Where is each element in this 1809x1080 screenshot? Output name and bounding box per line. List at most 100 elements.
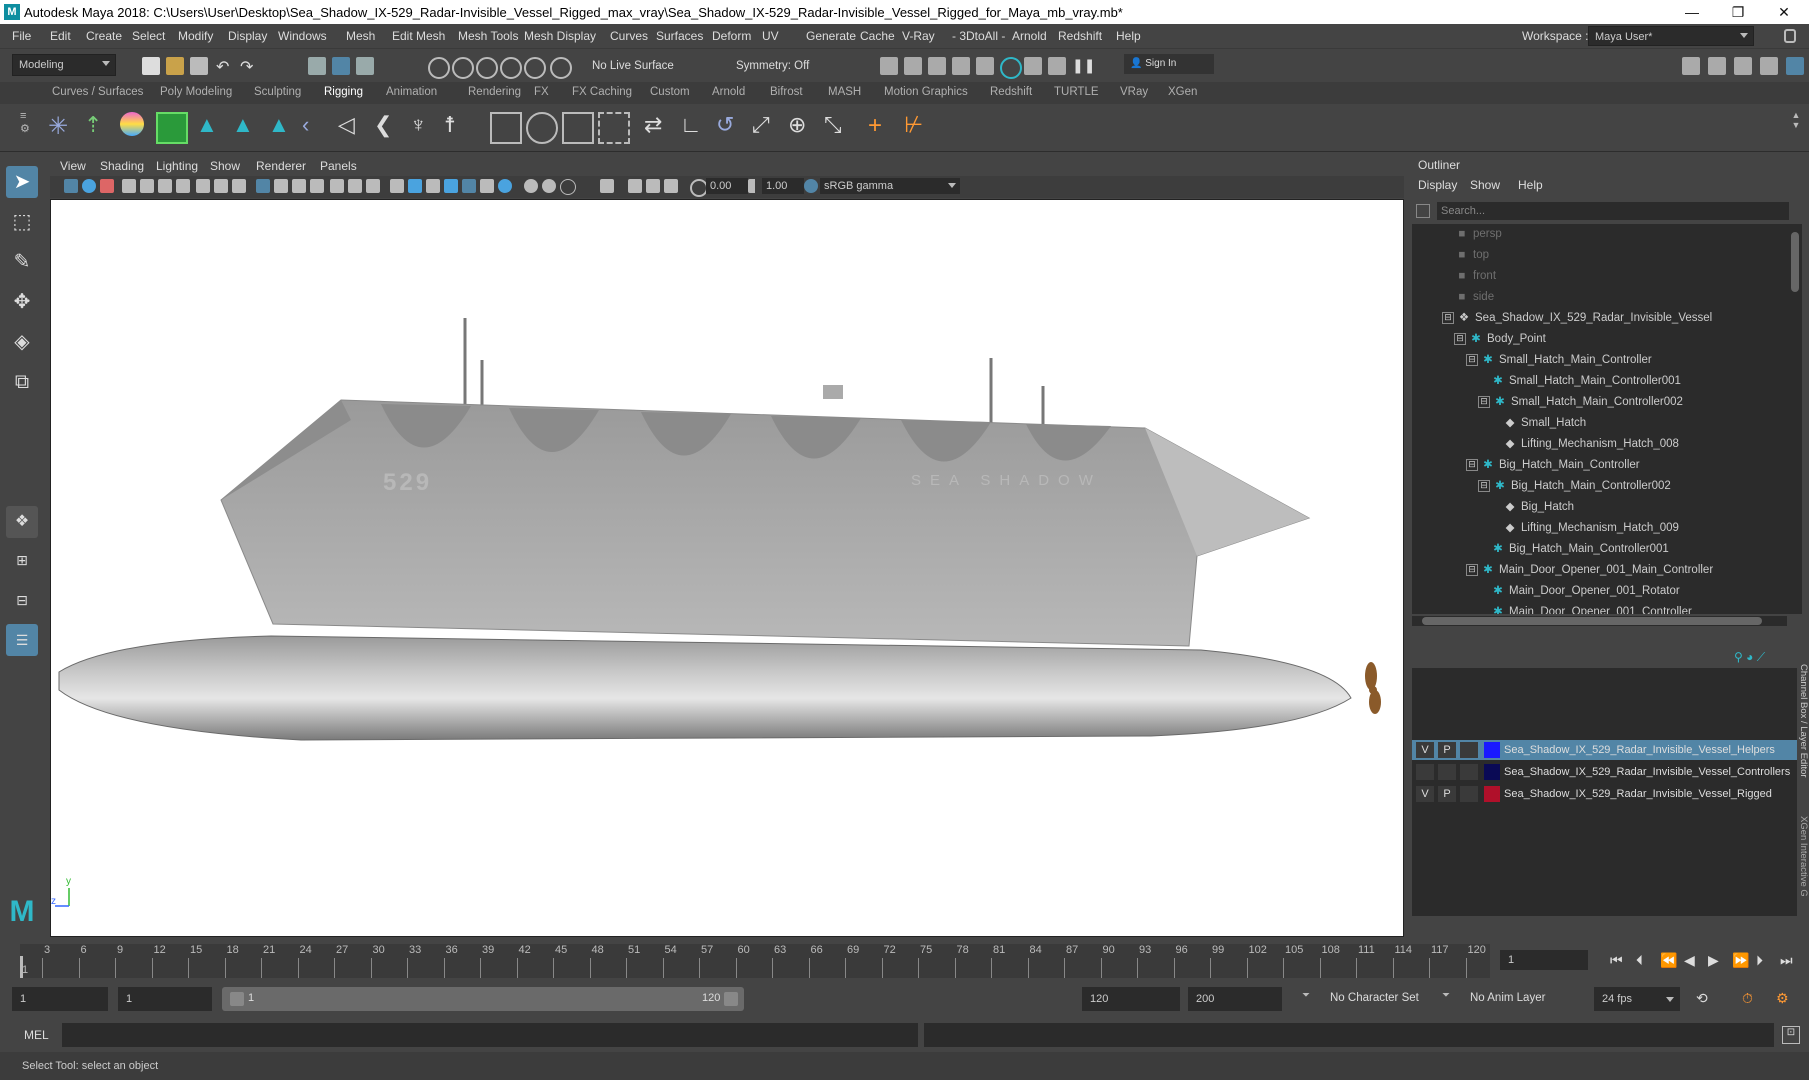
minimize-button[interactable]: — <box>1669 0 1715 24</box>
camera-lock-icon[interactable] <box>176 179 190 193</box>
viewport-menu-view[interactable]: View <box>60 159 86 173</box>
redo-icon[interactable]: ↷ <box>240 57 258 76</box>
expand-toggle-icon[interactable]: ⊟ <box>1454 332 1466 345</box>
step-back-key-icon[interactable]: ⏪ <box>1660 952 1677 969</box>
channel-box-icon[interactable] <box>1786 57 1804 75</box>
outliner-menu-help[interactable]: Help <box>1518 178 1543 192</box>
layer-playback-toggle[interactable]: P <box>1438 786 1456 802</box>
motion-blur-icon[interactable] <box>498 179 512 193</box>
layer-display-type[interactable] <box>1460 742 1478 758</box>
default-material-icon[interactable] <box>390 179 404 193</box>
menu-set-dropdown[interactable]: Modeling <box>12 54 116 76</box>
viewport-menu-shading[interactable]: Shading <box>100 159 144 173</box>
soft-mod-icon[interactable] <box>598 112 630 144</box>
expand-toggle-icon[interactable]: ⊟ <box>1478 395 1490 408</box>
render-globe-icon[interactable] <box>1000 57 1022 79</box>
render-region-icon[interactable] <box>1048 57 1066 75</box>
select-component-icon[interactable] <box>356 57 374 75</box>
maximize-button[interactable]: ❐ <box>1715 0 1761 24</box>
play-backwards-icon[interactable]: ◀ <box>1684 952 1695 969</box>
outliner-menu-display[interactable]: Display <box>1418 178 1457 192</box>
locator-icon[interactable]: + <box>868 112 896 140</box>
scene-end-field[interactable]: 200 <box>1188 987 1282 1011</box>
attribute-editor-icon[interactable] <box>1734 57 1752 75</box>
menu-surfaces[interactable]: Surfaces <box>656 29 703 43</box>
move-tool-icon[interactable]: ✥ <box>6 286 38 318</box>
outliner-item[interactable]: ◆ Small_Hatch <box>1412 413 1802 434</box>
menu-redshift[interactable]: Redshift <box>1058 29 1102 43</box>
lattice-icon[interactable] <box>490 112 522 144</box>
pause-icon[interactable]: ❚❚ <box>1072 57 1095 75</box>
command-input[interactable] <box>62 1023 918 1047</box>
orient-constraint-icon[interactable]: ↺ <box>716 112 744 140</box>
layer-visibility-toggle[interactable] <box>1416 764 1434 780</box>
range-start-handle[interactable] <box>230 992 244 1006</box>
outliner-menu-show[interactable]: Show <box>1470 178 1500 192</box>
script-editor-icon[interactable]: ⊡ <box>1782 1026 1800 1044</box>
outliner-item[interactable]: ⊟ ✱ Body_Point <box>1412 329 1802 350</box>
command-language-label[interactable]: MEL <box>24 1028 49 1042</box>
menu-arnold[interactable]: Arnold <box>1012 29 1047 43</box>
anti-aliasing-icon[interactable] <box>524 179 538 193</box>
layer-tool-icons[interactable]: ⚲ ◕ ⟋ <box>1734 650 1794 664</box>
render-view-icon[interactable] <box>880 57 898 75</box>
create-joint-icon[interactable]: ✳ <box>48 112 76 140</box>
aim-constraint-icon[interactable]: ⊕ <box>788 112 816 140</box>
outliner-item[interactable]: ⊟ ❖ Sea_Shadow_IX_529_Radar_Invisible_Vess… <box>1412 308 1802 329</box>
outliner-item[interactable]: ⊟ ✱ Big_Hatch_Main_Controller <box>1412 455 1802 476</box>
tab-arnold[interactable]: Arnold <box>712 86 745 98</box>
point-constraint-icon[interactable]: ∟ <box>680 112 708 140</box>
menu-v-ray[interactable]: V-Ray <box>902 29 935 43</box>
color-space-dropdown[interactable]: sRGB gamma <box>820 178 960 194</box>
menu-cache[interactable]: Cache <box>860 29 895 43</box>
outliner-item[interactable]: ◆ Lifting_Mechanism_Hatch_009 <box>1412 518 1802 539</box>
character-set-field[interactable]: No Character Set <box>1330 992 1419 1004</box>
outliner-item[interactable]: ✱ Small_Hatch_Main_Controller001 <box>1412 371 1802 392</box>
ipr-render-icon[interactable] <box>928 57 946 75</box>
image-plane-icon[interactable] <box>122 179 136 193</box>
depth-of-field-icon[interactable] <box>542 179 556 193</box>
layer-playback-toggle[interactable]: P <box>1438 742 1456 758</box>
four-view-icon[interactable]: ⊞ <box>6 544 38 576</box>
snap-point-icon[interactable] <box>476 57 498 79</box>
tab-rigging[interactable]: Rigging <box>324 86 363 98</box>
frame-selection-icon[interactable] <box>646 179 660 193</box>
menu-deform[interactable]: Deform <box>712 29 751 43</box>
vertical-scrollbar[interactable] <box>1790 224 1800 614</box>
scrollbar-thumb[interactable] <box>1422 617 1762 625</box>
tab-rendering[interactable]: Rendering <box>468 86 521 98</box>
layer-row[interactable]: V P Sea_Shadow_IX_529_Radar_Invisible_Vess… <box>1412 740 1797 760</box>
select-object-icon[interactable] <box>332 57 350 75</box>
anim-layer-field[interactable]: No Anim Layer <box>1470 992 1545 1004</box>
cluster-icon[interactable] <box>562 112 594 144</box>
menu-edit-mesh[interactable]: Edit Mesh <box>392 29 445 43</box>
safe-action-icon[interactable] <box>292 179 306 193</box>
menu-curves[interactable]: Curves <box>610 29 648 43</box>
hud-icon[interactable] <box>600 179 614 193</box>
ambient-occlusion-icon[interactable] <box>480 179 494 193</box>
insert-joint-icon[interactable]: ⇡ <box>84 112 112 140</box>
snap-surface-icon[interactable] <box>524 57 546 79</box>
ik-handle-icon[interactable] <box>120 112 144 136</box>
layer-playback-toggle[interactable] <box>1438 764 1456 780</box>
layer-color-swatch[interactable] <box>1484 742 1500 758</box>
outliner-item[interactable]: ◆ Lifting_Mechanism_Hatch_008 <box>1412 434 1802 455</box>
outliner-item[interactable]: ◆ Big_Hatch <box>1412 497 1802 518</box>
tab-poly-modeling[interactable]: Poly Modeling <box>160 86 232 98</box>
live-surface-field[interactable]: No Live Surface <box>592 55 690 77</box>
film-gate-icon[interactable] <box>196 179 210 193</box>
outliner-item[interactable]: ⊟ ✱ Small_Hatch_Main_Controller002 <box>1412 392 1802 413</box>
scale-constraint-icon[interactable]: ⤢ <box>752 112 780 140</box>
filter-icon[interactable] <box>1416 204 1430 218</box>
viewport-menu-renderer[interactable]: Renderer <box>256 159 306 173</box>
tab-xgen[interactable]: XGen <box>1168 86 1197 98</box>
step-back-frame-icon[interactable]: ⏴ <box>1636 952 1643 969</box>
lock-icon[interactable] <box>1784 29 1796 43</box>
outliner-layout-icon[interactable]: ☰ <box>6 624 38 656</box>
frame-all-icon[interactable] <box>628 179 642 193</box>
grease-pencil-icon[interactable] <box>158 179 172 193</box>
outliner-item[interactable]: ■ front <box>1412 266 1802 287</box>
humanik-icon-1[interactable]: ▲ <box>196 112 224 140</box>
scene-start-field[interactable]: 1 <box>12 987 108 1011</box>
tab-motion-graphics[interactable]: Motion Graphics <box>884 86 968 98</box>
